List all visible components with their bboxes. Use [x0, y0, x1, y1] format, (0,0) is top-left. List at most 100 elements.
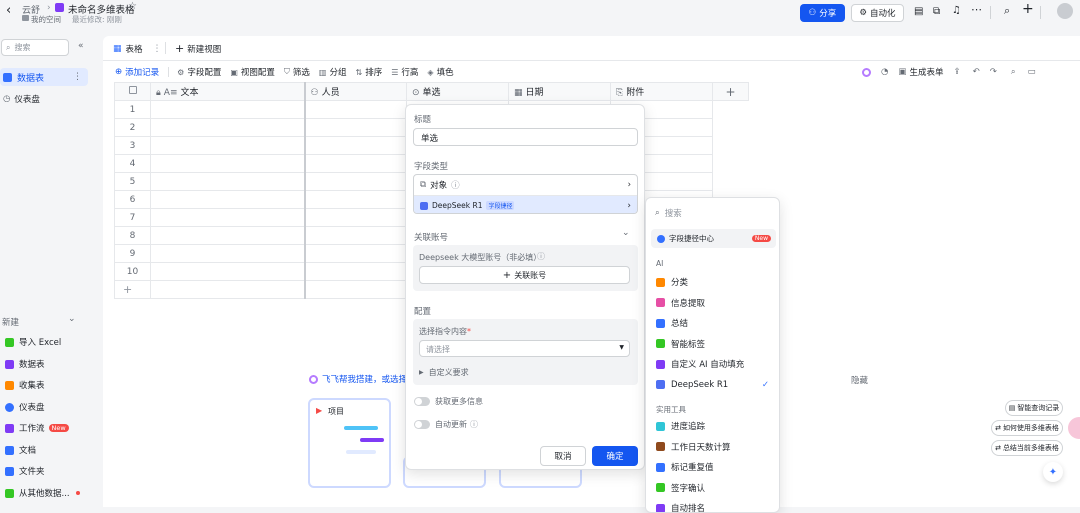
bell-icon[interactable]: ♫: [952, 5, 961, 16]
summary-icon: ⇄: [995, 444, 1001, 452]
field-config-button[interactable]: ⚙ 字段配置: [177, 66, 221, 79]
auto-update-toggle[interactable]: [414, 420, 430, 429]
shortcut-center-link[interactable]: 字段捷径中心 New: [651, 229, 776, 248]
type-option-deepseek[interactable]: DeepSeek R1 字段捷径 ›: [414, 195, 637, 213]
ai-sparkle-icon[interactable]: ✦: [1043, 462, 1063, 482]
tag-icon: [656, 339, 665, 349]
new-form[interactable]: 收集表: [2, 376, 45, 394]
field-title-input[interactable]: 单选: [413, 128, 638, 146]
tab-table[interactable]: ▦ 表格 ⋮: [113, 43, 162, 55]
tip-how-to-use[interactable]: ⇄ 如何使用多维表格: [991, 420, 1063, 436]
menu-item-label: 信息提取: [671, 298, 706, 309]
template-card[interactable]: ▶ 项目: [308, 398, 391, 488]
tip-summarize[interactable]: ⇄ 总结当前多维表格: [991, 440, 1063, 456]
template-icon[interactable]: ▤: [914, 6, 923, 17]
item-label: 收集表: [19, 381, 45, 391]
link-account-button[interactable]: + 关联账号: [419, 266, 630, 284]
menu-item-auto-rank[interactable]: 自动排名: [646, 498, 779, 512]
sidebar-search-input[interactable]: ⌕ 搜索: [1, 39, 69, 56]
menu-item-progress[interactable]: 进度追踪: [646, 416, 779, 437]
new-from-other-source[interactable]: 从其他数据...: [2, 484, 80, 502]
comment-icon[interactable]: ▭: [1028, 67, 1036, 77]
new-folder[interactable]: 文件夹: [2, 462, 45, 480]
group-button[interactable]: ▥ 分组: [319, 66, 347, 79]
more-icon[interactable]: ⋯: [971, 3, 982, 16]
deepseek-icon: [420, 201, 428, 210]
history-icon[interactable]: ◔: [881, 67, 888, 77]
back-icon[interactable]: ‹: [6, 3, 11, 18]
star-icon[interactable]: ☆: [128, 1, 137, 12]
row-number: 5: [114, 172, 151, 191]
column-header-single-select[interactable]: ⊙ 单选: [406, 82, 509, 101]
generate-form-button[interactable]: 生成表单: [909, 66, 943, 78]
search-icon[interactable]: ⌕: [1004, 4, 1010, 18]
progress-icon: [656, 421, 665, 431]
automation-button[interactable]: ⚙ 自动化: [851, 4, 904, 22]
new-view-button[interactable]: + 新建视图: [175, 42, 221, 55]
add-row-button[interactable]: +: [114, 280, 151, 299]
account-section-label: 关联账号: [414, 233, 449, 243]
cancel-button[interactable]: 取消: [540, 446, 586, 466]
add-column-button[interactable]: +: [712, 82, 749, 101]
toolbar-label: 分组: [329, 68, 347, 78]
view-icon: ▣: [230, 67, 238, 77]
menu-item-summary[interactable]: 总结: [646, 313, 779, 334]
column-header-person[interactable]: ⚇ 人员: [304, 82, 407, 101]
new-badge: New: [48, 424, 69, 432]
item-more-icon[interactable]: ⋮: [73, 72, 82, 82]
search-records-icon[interactable]: ⌕: [1011, 67, 1016, 77]
row-height-button[interactable]: ☰ 行高: [391, 66, 418, 79]
doc-location[interactable]: 我的空间: [31, 14, 61, 25]
hide-button[interactable]: 隐藏: [851, 374, 868, 386]
avatar[interactable]: [1057, 3, 1073, 19]
more-info-toggle[interactable]: [414, 397, 430, 406]
share-view-icon[interactable]: ⇪: [953, 67, 960, 77]
confirm-button[interactable]: 确定: [592, 446, 638, 466]
new-workflow[interactable]: 工作流 New: [2, 419, 69, 437]
view-config-button[interactable]: ▣ 视图配置: [230, 66, 275, 79]
toolbar-label: 筛选: [292, 68, 310, 78]
menu-item-signature[interactable]: 签字确认: [646, 478, 779, 499]
new-datatable[interactable]: 数据表: [2, 355, 45, 373]
sidebar-item-datatable[interactable]: 数据表 ⋮: [0, 68, 88, 86]
menu-item-classify[interactable]: 分类: [646, 272, 779, 293]
tab-more-icon[interactable]: ⋮: [153, 44, 162, 54]
sort-button[interactable]: ⇅ 排序: [356, 66, 383, 79]
select-all-checkbox[interactable]: [114, 82, 151, 101]
share-button[interactable]: ⚇ 分享: [800, 4, 845, 22]
menu-item-workdays[interactable]: 工作日天数计算: [646, 437, 779, 458]
menu-item-duplicate[interactable]: 标记重复值: [646, 457, 779, 478]
new-import-excel[interactable]: 导入 Excel: [2, 333, 61, 351]
menu-item-label: 智能标签: [671, 339, 706, 350]
shortcut-search-input[interactable]: ⌕ 搜索: [655, 207, 682, 219]
sidebar-item-dashboard[interactable]: ◷ 仪表盘: [2, 90, 40, 108]
menu-item-smart-tag[interactable]: 智能标签: [646, 334, 779, 355]
new-dashboard[interactable]: 仪表盘: [2, 398, 45, 416]
chevron-down-icon[interactable]: ⌄: [68, 314, 76, 324]
menu-item-deepseek[interactable]: DeepSeek R1 ✓: [646, 375, 779, 396]
column-header-date[interactable]: ▦ 日期: [508, 82, 611, 101]
tip-smart-query[interactable]: ▤ 智能查询记录: [1005, 400, 1063, 416]
new-doc[interactable]: 文档: [2, 441, 36, 459]
chevron-down-icon[interactable]: ⌄: [622, 228, 630, 238]
column-header-attachment[interactable]: ⎘ 附件: [610, 82, 713, 101]
redo-icon[interactable]: ↷: [990, 67, 997, 77]
instruction-select[interactable]: 请选择 ▼: [419, 340, 630, 357]
config-section-label: 配置: [414, 307, 432, 317]
custom-requirement-toggle[interactable]: ▶ 自定义要求: [419, 367, 469, 378]
add-record-button[interactable]: ⊕ 添加记录: [115, 66, 159, 78]
plugin-icon[interactable]: ⧉: [933, 6, 940, 17]
object-icon: ⧉: [420, 180, 427, 190]
column-label: 日期: [525, 88, 544, 98]
type-option-object[interactable]: ⧉ 对象 ⓘ ›: [414, 175, 637, 195]
fill-color-button[interactable]: ◈ 填色: [427, 66, 453, 79]
undo-icon[interactable]: ↶: [973, 67, 980, 77]
column-header-text[interactable]: 🔒︎ A≡ 文本: [150, 82, 306, 101]
ai-build-prompt[interactable]: 飞飞帮我搭建，或选择: [309, 373, 407, 385]
collapse-sidebar-icon[interactable]: «: [78, 41, 84, 51]
ai-assistant-icon[interactable]: [862, 67, 871, 77]
add-icon[interactable]: +: [1022, 1, 1034, 17]
menu-item-custom-ai[interactable]: 自定义 AI 自动填充: [646, 354, 779, 375]
menu-item-extract[interactable]: 信息提取: [646, 293, 779, 314]
filter-button[interactable]: ⛉ 筛选: [284, 66, 310, 78]
